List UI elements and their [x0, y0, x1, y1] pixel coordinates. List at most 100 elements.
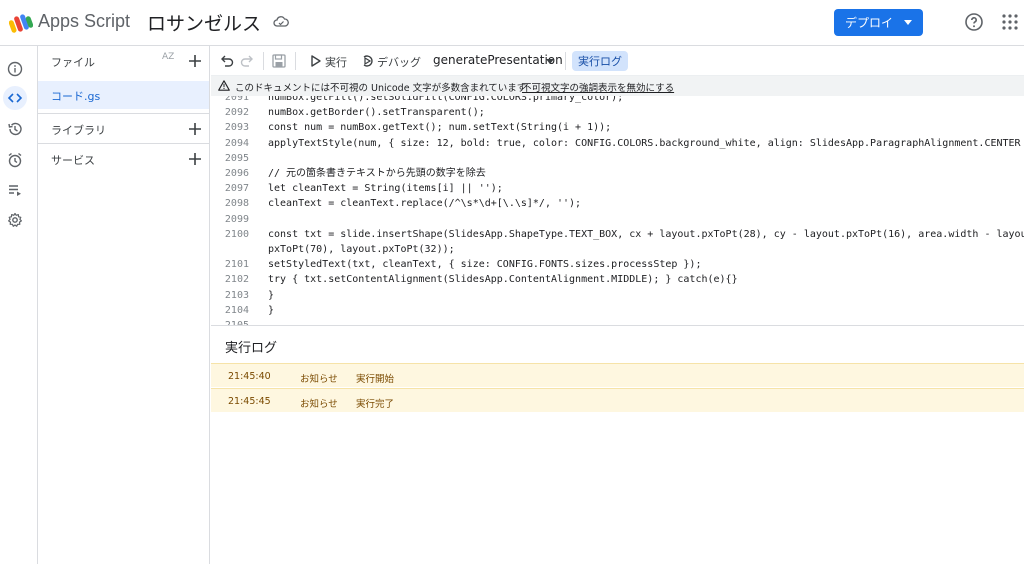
code-text: } [268, 289, 275, 301]
code-text: numBox.getBorder().setTransparent(); [268, 107, 485, 119]
add-library-icon[interactable] [188, 122, 202, 136]
log-time: 21:45:45 [228, 396, 271, 407]
alarm-clock-icon [8, 152, 22, 168]
history-nav-button[interactable] [3, 117, 27, 141]
overview-nav-button[interactable] [3, 57, 27, 81]
function-select[interactable]: generatePresentation [433, 53, 563, 67]
chevron-down-icon [904, 20, 912, 25]
debug-icon[interactable] [360, 53, 376, 69]
project-title[interactable]: ロサンゼルス [147, 9, 261, 36]
execution-log-panel: 実行ログ 21:45:40 お知らせ 実行開始 21:45:45 お知らせ 実行… [211, 325, 1024, 564]
log-level: お知らせ [300, 399, 338, 410]
toolbar-divider [263, 52, 264, 70]
log-level: お知らせ [300, 374, 338, 385]
debug-button[interactable]: デバッグ [377, 54, 421, 70]
line-number: 2104 [224, 304, 249, 316]
warning-message: このドキュメントには不可視の Unicode 文字が多数含まれています [235, 83, 527, 94]
code-line[interactable]: 2095 [211, 151, 1024, 166]
code-line[interactable]: 2093 const num = numBox.getText(); num.se… [211, 120, 1024, 135]
add-service-icon[interactable] [188, 152, 202, 166]
history-icon [8, 122, 22, 136]
log-message: 実行開始 [356, 374, 395, 385]
execution-log-button[interactable]: 実行ログ [572, 51, 628, 71]
code-line[interactable]: 2097 let cleanText = String(items[i] || '… [211, 181, 1024, 196]
code-line[interactable]: 2102 try { txt.setContentAlignment(Slides… [211, 272, 1024, 287]
line-number: 2103 [224, 289, 249, 301]
code-line[interactable]: 2101 setStyledText(txt, cleanText, { size… [211, 257, 1024, 272]
undo-icon[interactable] [219, 53, 235, 69]
line-number: 2099 [224, 213, 249, 225]
deploy-label: デプロイ [845, 16, 894, 30]
line-number: 2096 [224, 168, 249, 179]
line-number: 2102 [224, 274, 249, 286]
code-text: pxToPt(70), layout.pxToPt(32)); [268, 244, 455, 255]
code-text: try { txt.setContentAlignment(SlidesApp.… [268, 274, 738, 286]
code-text: setStyledText(txt, cleanText, { size: CO… [268, 259, 702, 271]
editor-nav-button[interactable] [3, 86, 27, 110]
code-line[interactable]: 2096 // 元の箇条書きテキストから先頭の数字を除去 [211, 166, 1024, 181]
code-line[interactable]: 2098 cleanText = cleanText.replace(/^\s*\… [211, 196, 1024, 211]
apps-script-logo-icon[interactable] [9, 12, 33, 34]
code-text: const txt = slide.insertShape(SlidesApp.… [268, 228, 1024, 240]
gear-icon [8, 212, 22, 227]
line-number: 2093 [224, 122, 249, 134]
code-line[interactable]: 2100 const txt = slide.insertShape(Slides… [211, 227, 1024, 242]
code-icon [7, 93, 23, 103]
code-line[interactable]: 2104} [211, 303, 1024, 318]
code-text: cleanText = cleanText.replace(/^\s*\d+[\… [268, 198, 582, 210]
disable-highlight-link[interactable]: 不可視文字の強調表示を無効にする [522, 80, 674, 94]
code-line[interactable]: 2091 numBox.getFill().setSolidFill(CONFIG… [211, 96, 1024, 105]
top-bar: Apps Script ロサンゼルス デプロイ [0, 0, 1024, 46]
app-name[interactable]: Apps Script [38, 11, 130, 32]
warning-icon [218, 80, 230, 91]
code-text: } [268, 304, 275, 316]
play-icon[interactable] [308, 53, 324, 69]
line-number: 2095 [224, 152, 249, 164]
info-icon [7, 61, 23, 77]
line-number: 2101 [224, 259, 249, 271]
cloud-saved-icon [273, 16, 289, 27]
code-line[interactable]: 2099 [211, 212, 1024, 227]
triggers-nav-button[interactable] [3, 148, 27, 172]
code-line[interactable]: pxToPt(70), layout.pxToPt(32)); [211, 242, 1024, 257]
code-line[interactable]: 2094 applyTextStyle(num, { size: 12, bold… [211, 136, 1024, 151]
code-text: applyTextStyle(num, { size: 12, bold: tr… [268, 137, 1024, 149]
run-button[interactable]: 実行 [325, 54, 347, 70]
code-text: let cleanText = String(items[i] || ''); [268, 183, 503, 195]
add-file-icon[interactable] [188, 54, 202, 68]
code-line[interactable]: 2105 [211, 318, 1024, 325]
code-text: numBox.getFill().setSolidFill(CONFIG.COL… [268, 96, 624, 103]
toolbar-divider [295, 52, 296, 70]
log-message: 実行完了 [356, 399, 395, 410]
section-label: ライブラリ [51, 124, 106, 137]
section-services[interactable]: サービス [38, 143, 209, 173]
code-text: // 元の箇条書きテキストから先頭の数字を除去 [268, 168, 486, 179]
executions-nav-button[interactable] [3, 178, 27, 202]
deploy-button[interactable]: デプロイ [834, 9, 923, 36]
section-libraries[interactable]: ライブラリ [38, 113, 209, 143]
log-title: 実行ログ [225, 341, 278, 356]
chevron-down-icon[interactable] [546, 59, 554, 64]
log-row: 21:45:45 お知らせ 実行完了 [211, 388, 1024, 412]
sort-az-icon[interactable]: AZ [162, 53, 178, 68]
toolbar-divider [565, 52, 566, 70]
code-line[interactable]: 2092 numBox.getBorder().setTransparent(); [211, 105, 1024, 120]
log-row: 21:45:40 お知らせ 実行開始 [211, 363, 1024, 387]
code-editor[interactable]: 2091 numBox.getFill().setSolidFill(CONFIG… [211, 96, 1024, 325]
playlist-play-icon [9, 185, 21, 196]
log-time: 21:45:40 [228, 371, 271, 382]
redo-icon[interactable] [239, 53, 255, 69]
line-number: 2100 [224, 228, 249, 240]
help-icon[interactable] [964, 12, 984, 32]
settings-nav-button[interactable] [3, 208, 27, 232]
files-header: ファイル AZ [38, 46, 209, 76]
line-number: 2098 [224, 198, 249, 210]
line-number: 2105 [211, 318, 249, 325]
section-label: サービス [51, 154, 95, 167]
left-nav-rail [0, 46, 38, 564]
save-icon[interactable] [271, 53, 287, 69]
file-item-code-gs[interactable]: コード.gs [38, 81, 209, 109]
code-line[interactable]: 2103} [211, 288, 1024, 303]
unicode-warning-bar: このドキュメントには不可視の Unicode 文字が多数含まれています 不可視文… [211, 76, 1024, 96]
apps-grid-icon[interactable] [1002, 14, 1018, 30]
